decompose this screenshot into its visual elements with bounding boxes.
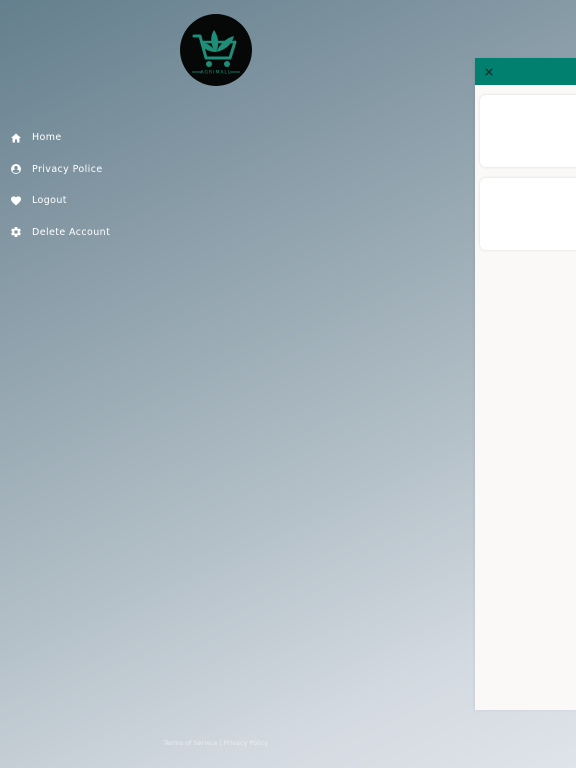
shopping-cart-leaf-logo-icon: AGRIMALL xyxy=(192,30,240,76)
menu-item-label: Delete Account xyxy=(32,226,111,238)
panel-header xyxy=(475,58,576,85)
content-card[interactable] xyxy=(480,95,576,167)
close-button[interactable] xyxy=(483,66,495,78)
menu-item-label: Logout xyxy=(32,195,67,207)
menu-item-privacy-police[interactable]: Privacy Police xyxy=(0,154,200,186)
menu-item-label: Privacy Police xyxy=(32,163,103,175)
menu-item-logout[interactable]: Logout xyxy=(0,185,200,217)
app-logo: AGRIMALL xyxy=(180,14,252,86)
content-panel xyxy=(475,58,576,710)
logo-tagline: AGRIMALL xyxy=(201,70,232,76)
privacy-policy-link[interactable]: Privacy Policy xyxy=(224,739,268,747)
home-icon xyxy=(10,132,22,144)
menu-item-label: Home xyxy=(32,132,62,144)
content-card[interactable] xyxy=(480,178,576,250)
heart-icon xyxy=(10,195,22,207)
user-circle-icon xyxy=(10,163,22,175)
footer-separator: | xyxy=(219,739,222,747)
menu-item-delete-account[interactable]: Delete Account xyxy=(0,217,200,249)
terms-of-service-link[interactable]: Terms of Service xyxy=(164,739,218,747)
side-menu: Home Privacy Police Logout Delete Accoun… xyxy=(0,122,200,248)
gear-icon xyxy=(10,226,22,238)
close-icon xyxy=(485,67,493,76)
menu-item-home[interactable]: Home xyxy=(0,122,200,154)
footer-links: Terms of Service | Privacy Policy xyxy=(0,739,432,747)
